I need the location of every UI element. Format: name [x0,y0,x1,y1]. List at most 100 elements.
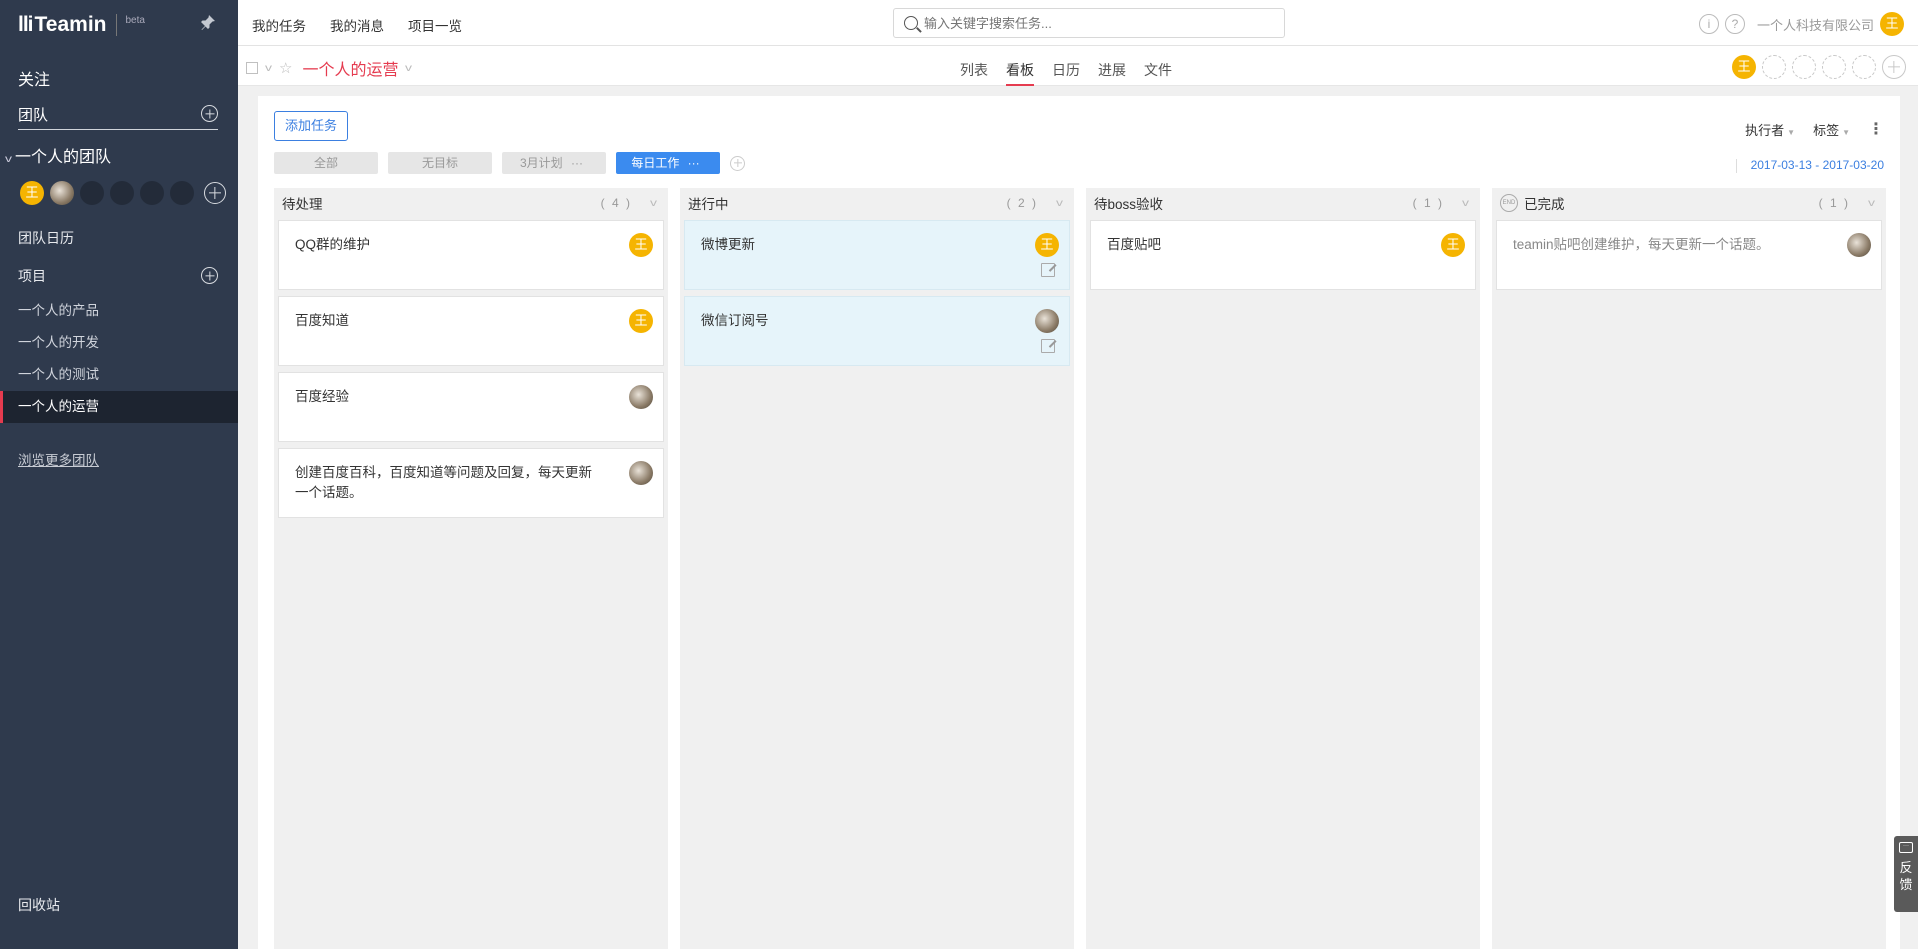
chevron-down-icon[interactable]: v [650,198,657,209]
sidebar-item-product[interactable]: 一个人的产品 [0,295,238,327]
more-icon[interactable]: ··· [683,152,705,174]
star-icon[interactable]: ☆ [279,59,292,77]
chevron-down-icon[interactable]: v [405,63,412,74]
avatar[interactable] [629,461,653,485]
team-members: 王 [20,181,226,205]
tab-board[interactable]: 看板 [1006,60,1034,86]
company-name[interactable]: 一个人科技有限公司 [1757,15,1874,34]
add-filter-icon[interactable] [730,155,745,171]
top-bar: 我的任务 我的消息 项目一览 i ? 一个人科技有限公司 王 [238,0,1918,46]
more-icon[interactable]: ··· [566,152,588,174]
add-task-button[interactable]: 添加任务 [274,111,349,141]
avatar[interactable] [50,181,74,205]
task-title: 微信订阅号 [701,313,769,328]
help-icon[interactable]: ? [1724,14,1745,34]
task-card[interactable]: 百度知道 王 [278,296,664,366]
search-input[interactable] [924,15,1274,31]
tab-files[interactable]: 文件 [1144,60,1172,86]
chevron-down-icon[interactable]: v [1056,198,1063,209]
user-avatar[interactable]: 王 [1880,12,1904,36]
tab-list[interactable]: 列表 [960,60,988,86]
avatar[interactable]: 王 [20,181,44,205]
chevron-down-icon[interactable]: v [1462,198,1469,209]
more-vertical-icon[interactable]: ⋮ [1868,122,1884,138]
avatar[interactable]: 王 [1732,55,1756,79]
pin-icon[interactable] [200,14,216,30]
task-card[interactable]: QQ群的维护 王 [278,220,664,290]
nav-my-messages[interactable]: 我的消息 [330,15,384,35]
avatar-placeholder[interactable] [170,181,194,205]
sidebar-projects-header: 项目 [18,266,218,286]
top-nav: 我的任务 我的消息 项目一览 [252,15,462,35]
avatar-placeholder[interactable] [1822,55,1846,79]
task-card[interactable]: 创建百度百科，百度知道等问题及回复，每天更新一个话题。 [278,448,664,518]
filter-daily-work[interactable]: 每日工作 ··· [616,152,720,174]
sidebar-team-header: 团队 [18,104,218,130]
column-header: END 已完成 ( 1 ) v [1492,188,1886,218]
avatar[interactable]: 王 [1035,233,1059,257]
nav-my-tasks[interactable]: 我的任务 [252,15,306,35]
square-icon[interactable] [246,62,258,74]
info-icon[interactable]: i [1698,14,1719,34]
sidebar-item-test[interactable]: 一个人的测试 [0,359,238,391]
edit-icon[interactable] [1041,263,1055,277]
tab-calendar[interactable]: 日历 [1052,60,1080,86]
add-member-icon[interactable] [1882,55,1906,79]
tab-progress[interactable]: 进展 [1098,60,1126,86]
avatar-placeholder[interactable] [140,181,164,205]
edit-icon[interactable] [1041,339,1055,353]
assignee-dropdown[interactable]: 执行者 ▼ [1745,120,1795,139]
add-project-icon[interactable] [201,267,218,284]
browse-more-teams-link[interactable]: 浏览更多团队 [18,449,99,469]
task-card[interactable]: 百度经验 [278,372,664,442]
search-box [893,8,1285,38]
column-in-progress: 进行中 ( 2 ) v 微博更新 王 微信订阅号 [680,188,1074,949]
project-title[interactable]: 一个人的运营 [302,56,398,80]
task-title: 创建百度百科，百度知道等问题及回复，每天更新一个话题。 [295,465,592,500]
avatar[interactable] [629,385,653,409]
column-title: 进行中 [688,197,729,212]
avatar-placeholder[interactable] [110,181,134,205]
sidebar-my-team[interactable]: v 一个人的团队 [5,143,111,167]
filter-march-plan[interactable]: 3月计划 ··· [502,152,606,174]
logo-mark: lli [18,13,33,36]
feedback-button[interactable]: ··· 反 馈 [1894,836,1918,912]
add-member-icon[interactable] [204,182,226,204]
feedback-label: 馈 [1899,877,1913,892]
avatar-placeholder[interactable] [80,181,104,205]
chevron-down-icon: ▼ [1787,128,1796,137]
nav-project-overview[interactable]: 项目一览 [408,15,462,35]
avatar[interactable] [1035,309,1059,333]
project-tabs: 列表 看板 日历 进展 文件 [960,60,1172,86]
column-header: 待处理 ( 4 ) v [274,188,668,218]
chevron-down-icon[interactable]: v [265,63,272,74]
sidebar-item-dev[interactable]: 一个人的开发 [0,327,238,359]
sidebar-item-ops[interactable]: 一个人的运营 [0,391,238,423]
avatar[interactable]: 王 [629,233,653,257]
avatar[interactable]: 王 [629,309,653,333]
add-team-icon[interactable] [201,105,218,122]
tags-dropdown[interactable]: 标签 ▼ [1813,120,1850,139]
sidebar-trash[interactable]: 回收站 [18,895,60,915]
sidebar-follow[interactable]: 关注 [18,66,50,90]
filter-no-goal[interactable]: 无目标 [388,152,492,174]
avatar[interactable] [1847,233,1871,257]
task-card[interactable]: 微博更新 王 [684,220,1070,290]
task-card[interactable]: 微信订阅号 [684,296,1070,366]
kanban-board: 添加任务 全部 无目标 3月计划 ··· 每日工作 ··· 执行者 ▼ 标签 ▼ ⋮… [258,96,1900,949]
chevron-down-icon: ▼ [1842,128,1850,137]
avatar-placeholder[interactable] [1852,55,1876,79]
avatar-placeholder[interactable] [1792,55,1816,79]
task-title: 微博更新 [701,237,755,252]
teamin-logo[interactable]: lli Teamin beta [18,12,145,38]
avatar-placeholder[interactable] [1762,55,1786,79]
avatar[interactable]: 王 [1441,233,1465,257]
chevron-down-icon[interactable]: v [1868,198,1875,209]
task-card[interactable]: 百度贴吧 王 [1090,220,1476,290]
task-card[interactable]: teamin贴吧创建维护，每天更新一个话题。 [1496,220,1882,290]
date-range[interactable]: 2017-03-13 - 2017-03-20 [1736,158,1884,173]
top-right: i ? 一个人科技有限公司 王 [1698,12,1904,36]
sidebar: lli Teamin beta 关注 团队 v 一个人的团队 王 团队日历 项目 … [0,0,238,949]
filter-all[interactable]: 全部 [274,152,378,174]
sidebar-team-calendar[interactable]: 团队日历 [18,228,74,248]
